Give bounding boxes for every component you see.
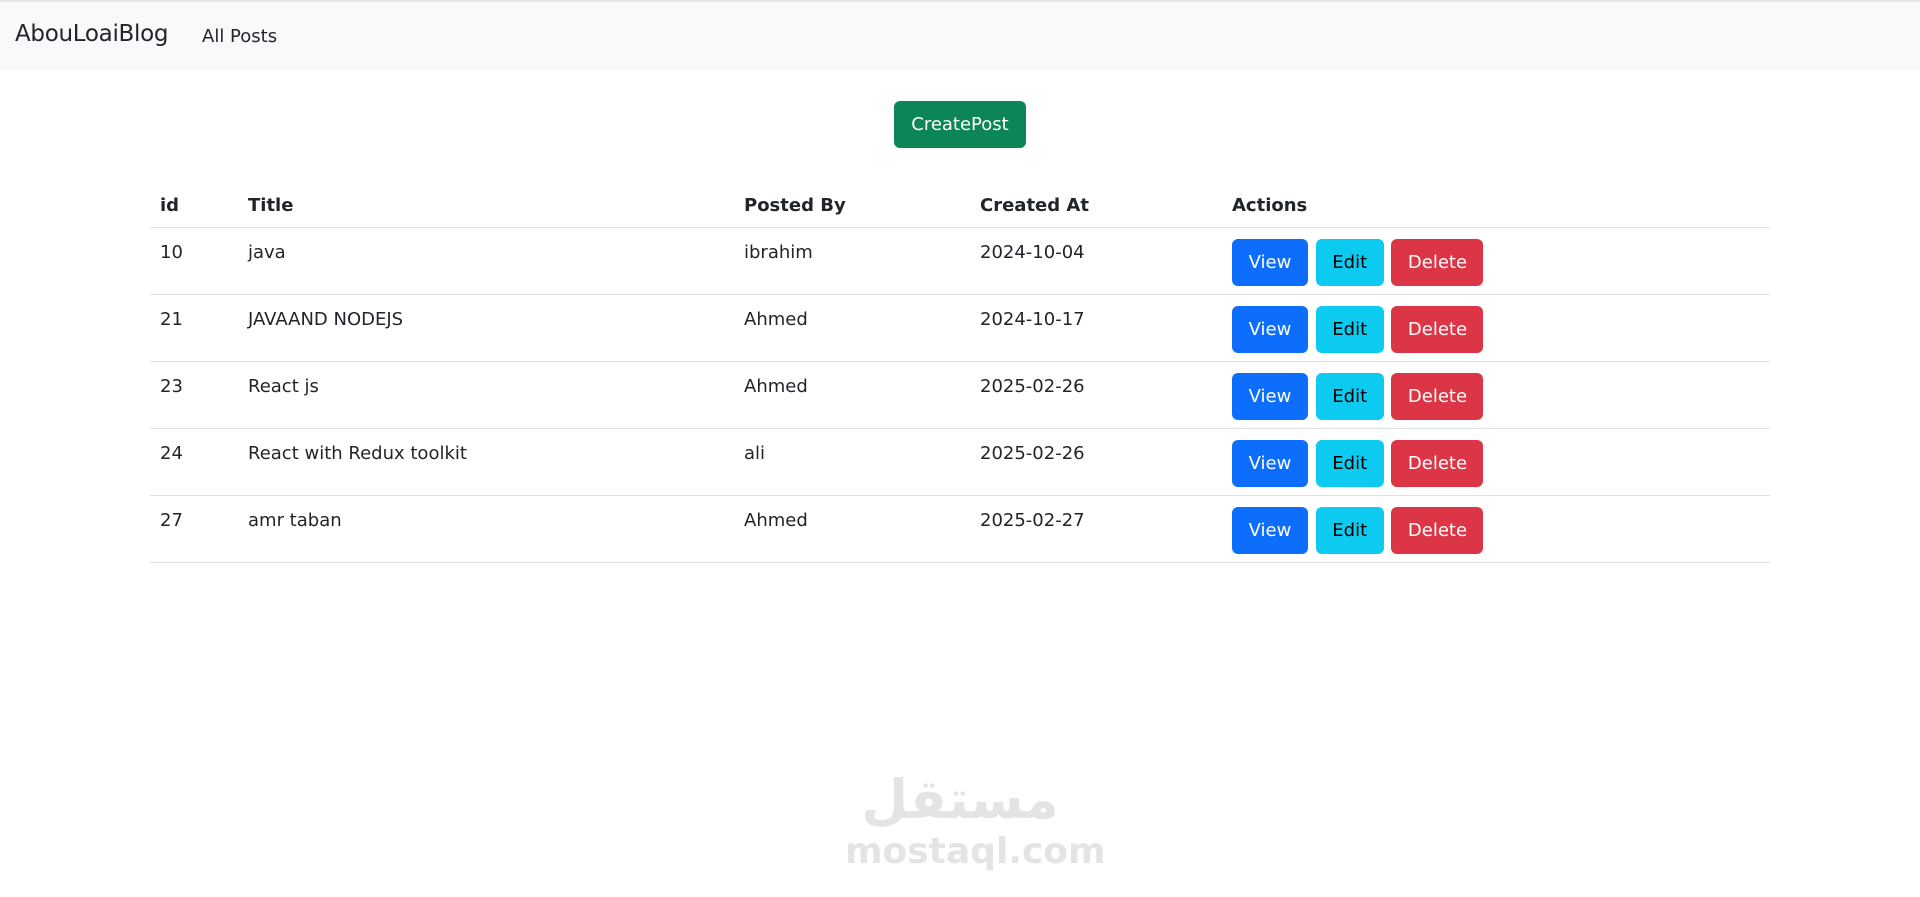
cell-posted-by: Ahmed [734, 294, 970, 362]
edit-button[interactable]: Edit [1315, 440, 1384, 487]
cell-title: amr taban [238, 495, 734, 563]
view-button[interactable]: View [1232, 507, 1308, 554]
cell-created-at: 2025-02-26 [970, 361, 1222, 429]
cell-actions: View Edit Delete [1222, 227, 1770, 295]
header-title: Title [238, 183, 734, 228]
cell-created-at: 2024-10-17 [970, 294, 1222, 362]
delete-button[interactable]: Delete [1391, 440, 1484, 487]
cell-posted-by: ali [734, 428, 970, 496]
header-posted-by: Posted By [734, 183, 970, 228]
watermark-latin: mostaql.com [845, 831, 1106, 872]
cell-id: 23 [150, 361, 238, 429]
cell-created-at: 2024-10-04 [970, 227, 1222, 295]
delete-button[interactable]: Delete [1391, 239, 1484, 286]
cell-id: 27 [150, 495, 238, 563]
cell-actions: View Edit Delete [1222, 294, 1770, 362]
edit-button[interactable]: Edit [1315, 306, 1384, 353]
header-actions: Actions [1222, 183, 1770, 228]
table-row: 21 JAVAAND NODEJS Ahmed 2024-10-17 View Edit… [150, 294, 1770, 362]
header-id: id [150, 183, 238, 228]
mostaql-watermark: مستقل mostaql.com [845, 768, 1106, 874]
view-button[interactable]: View [1232, 239, 1308, 286]
view-button[interactable]: View [1232, 306, 1308, 353]
view-button[interactable]: View [1232, 440, 1308, 487]
cell-id: 10 [150, 227, 238, 295]
table-row: 24 React with Redux toolkit ali 2025-02-26 V… [150, 428, 1770, 496]
cell-posted-by: Ahmed [734, 495, 970, 563]
navbar: AbouLoaiBlog All Posts [0, 0, 1920, 70]
create-post-button[interactable]: CreatePost [894, 101, 1026, 148]
cell-title: java [238, 227, 734, 295]
cell-actions: View Edit Delete [1222, 495, 1770, 563]
cell-posted-by: ibrahim [734, 227, 970, 295]
nav-link-all-posts[interactable]: All Posts [202, 26, 277, 47]
cell-id: 21 [150, 294, 238, 362]
edit-button[interactable]: Edit [1315, 239, 1384, 286]
table-row: 23 React js Ahmed 2025-02-26 View Edit Delet… [150, 361, 1770, 429]
cell-created-at: 2025-02-26 [970, 428, 1222, 496]
cell-id: 24 [150, 428, 238, 496]
edit-button[interactable]: Edit [1315, 507, 1384, 554]
table-row: 27 amr taban Ahmed 2025-02-27 View Edit Dele… [150, 495, 1770, 563]
view-button[interactable]: View [1232, 373, 1308, 420]
cell-actions: View Edit Delete [1222, 428, 1770, 496]
cell-title: React with Redux toolkit [238, 428, 734, 496]
table-row: 10 java ibrahim 2024-10-04 View Edit Delete [150, 227, 1770, 295]
cell-posted-by: Ahmed [734, 361, 970, 429]
delete-button[interactable]: Delete [1391, 306, 1484, 353]
delete-button[interactable]: Delete [1391, 373, 1484, 420]
header-created-at: Created At [970, 183, 1222, 228]
table-header-row: id Title Posted By Created At Actions [150, 183, 1770, 228]
cell-actions: View Edit Delete [1222, 361, 1770, 429]
cell-title: React js [238, 361, 734, 429]
brand-link[interactable]: AbouLoaiBlog [15, 21, 169, 47]
cell-title: JAVAAND NODEJS [238, 294, 734, 362]
edit-button[interactable]: Edit [1315, 373, 1384, 420]
watermark-arabic: مستقل [861, 768, 1059, 831]
delete-button[interactable]: Delete [1391, 507, 1484, 554]
cell-created-at: 2025-02-27 [970, 495, 1222, 563]
posts-table: id Title Posted By Created At Actions 10… [150, 183, 1770, 563]
